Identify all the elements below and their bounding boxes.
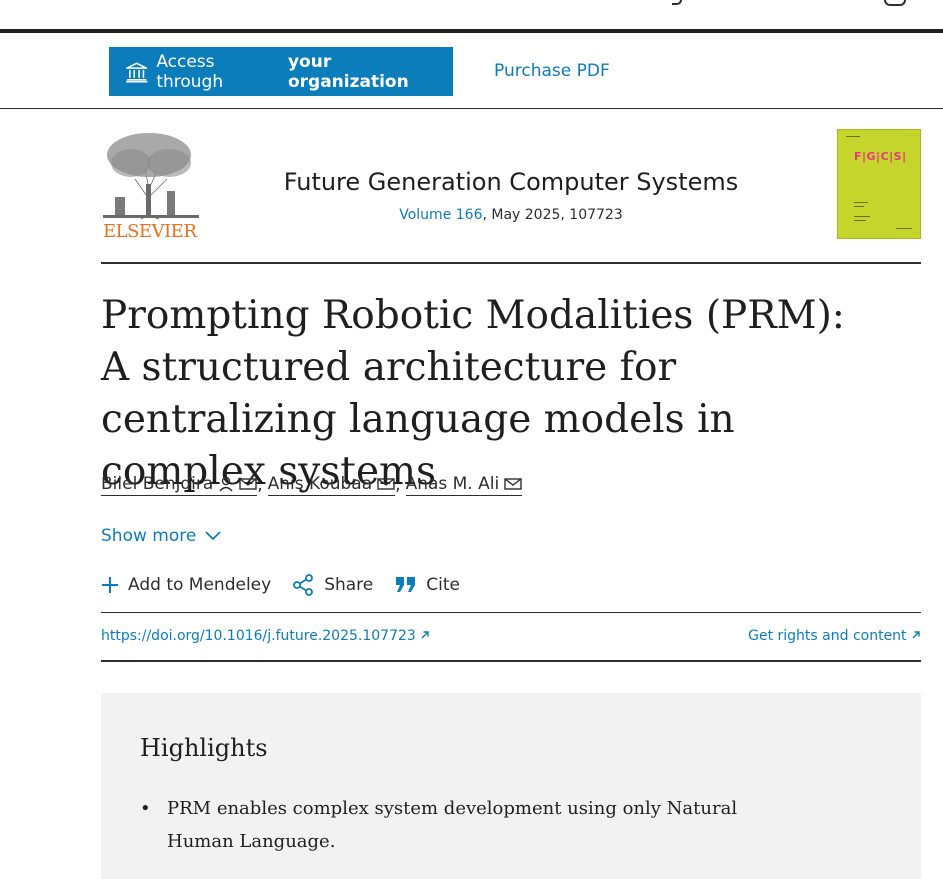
access-bar: Access through your organization Purchas… bbox=[0, 33, 943, 109]
topbar-partial-glyph bbox=[672, 0, 682, 5]
cover-decoration bbox=[854, 202, 868, 203]
doi-link[interactable]: https://doi.org/10.1016/j.future.2025.10… bbox=[101, 628, 430, 644]
author-link[interactable]: Anas M. Ali bbox=[405, 474, 523, 496]
chevron-down-icon bbox=[205, 531, 221, 541]
author-separator: , bbox=[257, 475, 263, 495]
institution-icon bbox=[125, 61, 148, 82]
doi-text: https://doi.org/10.1016/j.future.2025.10… bbox=[101, 628, 416, 644]
volume-link[interactable]: Volume 166 bbox=[399, 207, 482, 223]
journal-header: ELSEVIER Future Generation Computer Syst… bbox=[101, 127, 921, 264]
cover-decoration bbox=[854, 216, 870, 217]
author-name: Bilel Benjdira bbox=[101, 474, 214, 494]
access-organization-button[interactable]: Access through your organization bbox=[109, 47, 453, 96]
highlights-panel: Highlights • PRM enables complex system … bbox=[101, 693, 921, 879]
show-more-label: Show more bbox=[101, 526, 197, 546]
quote-icon bbox=[396, 577, 416, 592]
person-icon bbox=[219, 476, 233, 492]
share-icon bbox=[293, 574, 314, 596]
article-title: Prompting Robotic Modalities (PRM): A st… bbox=[101, 293, 845, 494]
issue-details: , May 2025, 107723 bbox=[482, 207, 623, 223]
plus-icon bbox=[102, 577, 118, 593]
author-separator: , bbox=[395, 475, 401, 495]
rights-text: Get rights and content bbox=[748, 628, 907, 644]
author-link[interactable]: Bilel Benjdira bbox=[101, 474, 258, 496]
show-more-button[interactable]: Show more bbox=[101, 526, 222, 546]
highlight-text: PRM enables complex system development u… bbox=[167, 798, 738, 852]
email-icon bbox=[504, 478, 522, 490]
add-to-mendeley-button[interactable]: Add to Mendeley bbox=[101, 575, 271, 595]
mendeley-label: Add to Mendeley bbox=[128, 575, 272, 595]
publisher-wordmark: ELSEVIER bbox=[103, 221, 197, 242]
access-button-label: Access through bbox=[156, 51, 224, 92]
cite-label: Cite bbox=[426, 575, 460, 595]
purchase-pdf-link[interactable]: Purchase PDF bbox=[494, 61, 610, 81]
external-link-icon bbox=[912, 631, 920, 639]
author-list: Bilel Benjdira , Anis Koubaa , Anas M. A… bbox=[101, 474, 523, 496]
access-button-label-bold: your organization bbox=[287, 51, 409, 92]
highlight-item: • PRM enables complex system development… bbox=[140, 792, 760, 858]
email-icon bbox=[239, 478, 257, 490]
cover-decoration bbox=[846, 136, 860, 137]
author-link[interactable]: Anis Koubaa bbox=[267, 474, 396, 496]
cover-title: F|G|C|S| bbox=[854, 150, 907, 163]
journal-issue-info: Volume 166, May 2025, 107723 bbox=[101, 207, 921, 223]
share-label: Share bbox=[324, 575, 374, 595]
journal-title[interactable]: Future Generation Computer Systems bbox=[101, 168, 921, 196]
bullet-icon: • bbox=[140, 798, 151, 819]
author-name: Anis Koubaa bbox=[267, 474, 373, 494]
email-icon bbox=[377, 478, 395, 490]
share-button[interactable]: Share bbox=[293, 574, 373, 596]
doi-bar: https://doi.org/10.1016/j.future.2025.10… bbox=[101, 612, 921, 662]
cite-button[interactable]: Cite bbox=[395, 575, 460, 595]
article-actions: Add to Mendeley Share Cite bbox=[101, 574, 482, 596]
author-name: Anas M. Ali bbox=[405, 474, 500, 494]
highlights-heading: Highlights bbox=[140, 734, 268, 762]
journal-cover-image[interactable]: F|G|C|S| bbox=[837, 129, 921, 239]
cover-decoration bbox=[896, 228, 912, 229]
cover-decoration bbox=[854, 206, 864, 207]
cover-decoration bbox=[854, 220, 866, 221]
user-icon[interactable] bbox=[884, 0, 906, 6]
rights-and-content-link[interactable]: Get rights and content bbox=[748, 628, 921, 644]
external-link-icon bbox=[421, 631, 429, 639]
